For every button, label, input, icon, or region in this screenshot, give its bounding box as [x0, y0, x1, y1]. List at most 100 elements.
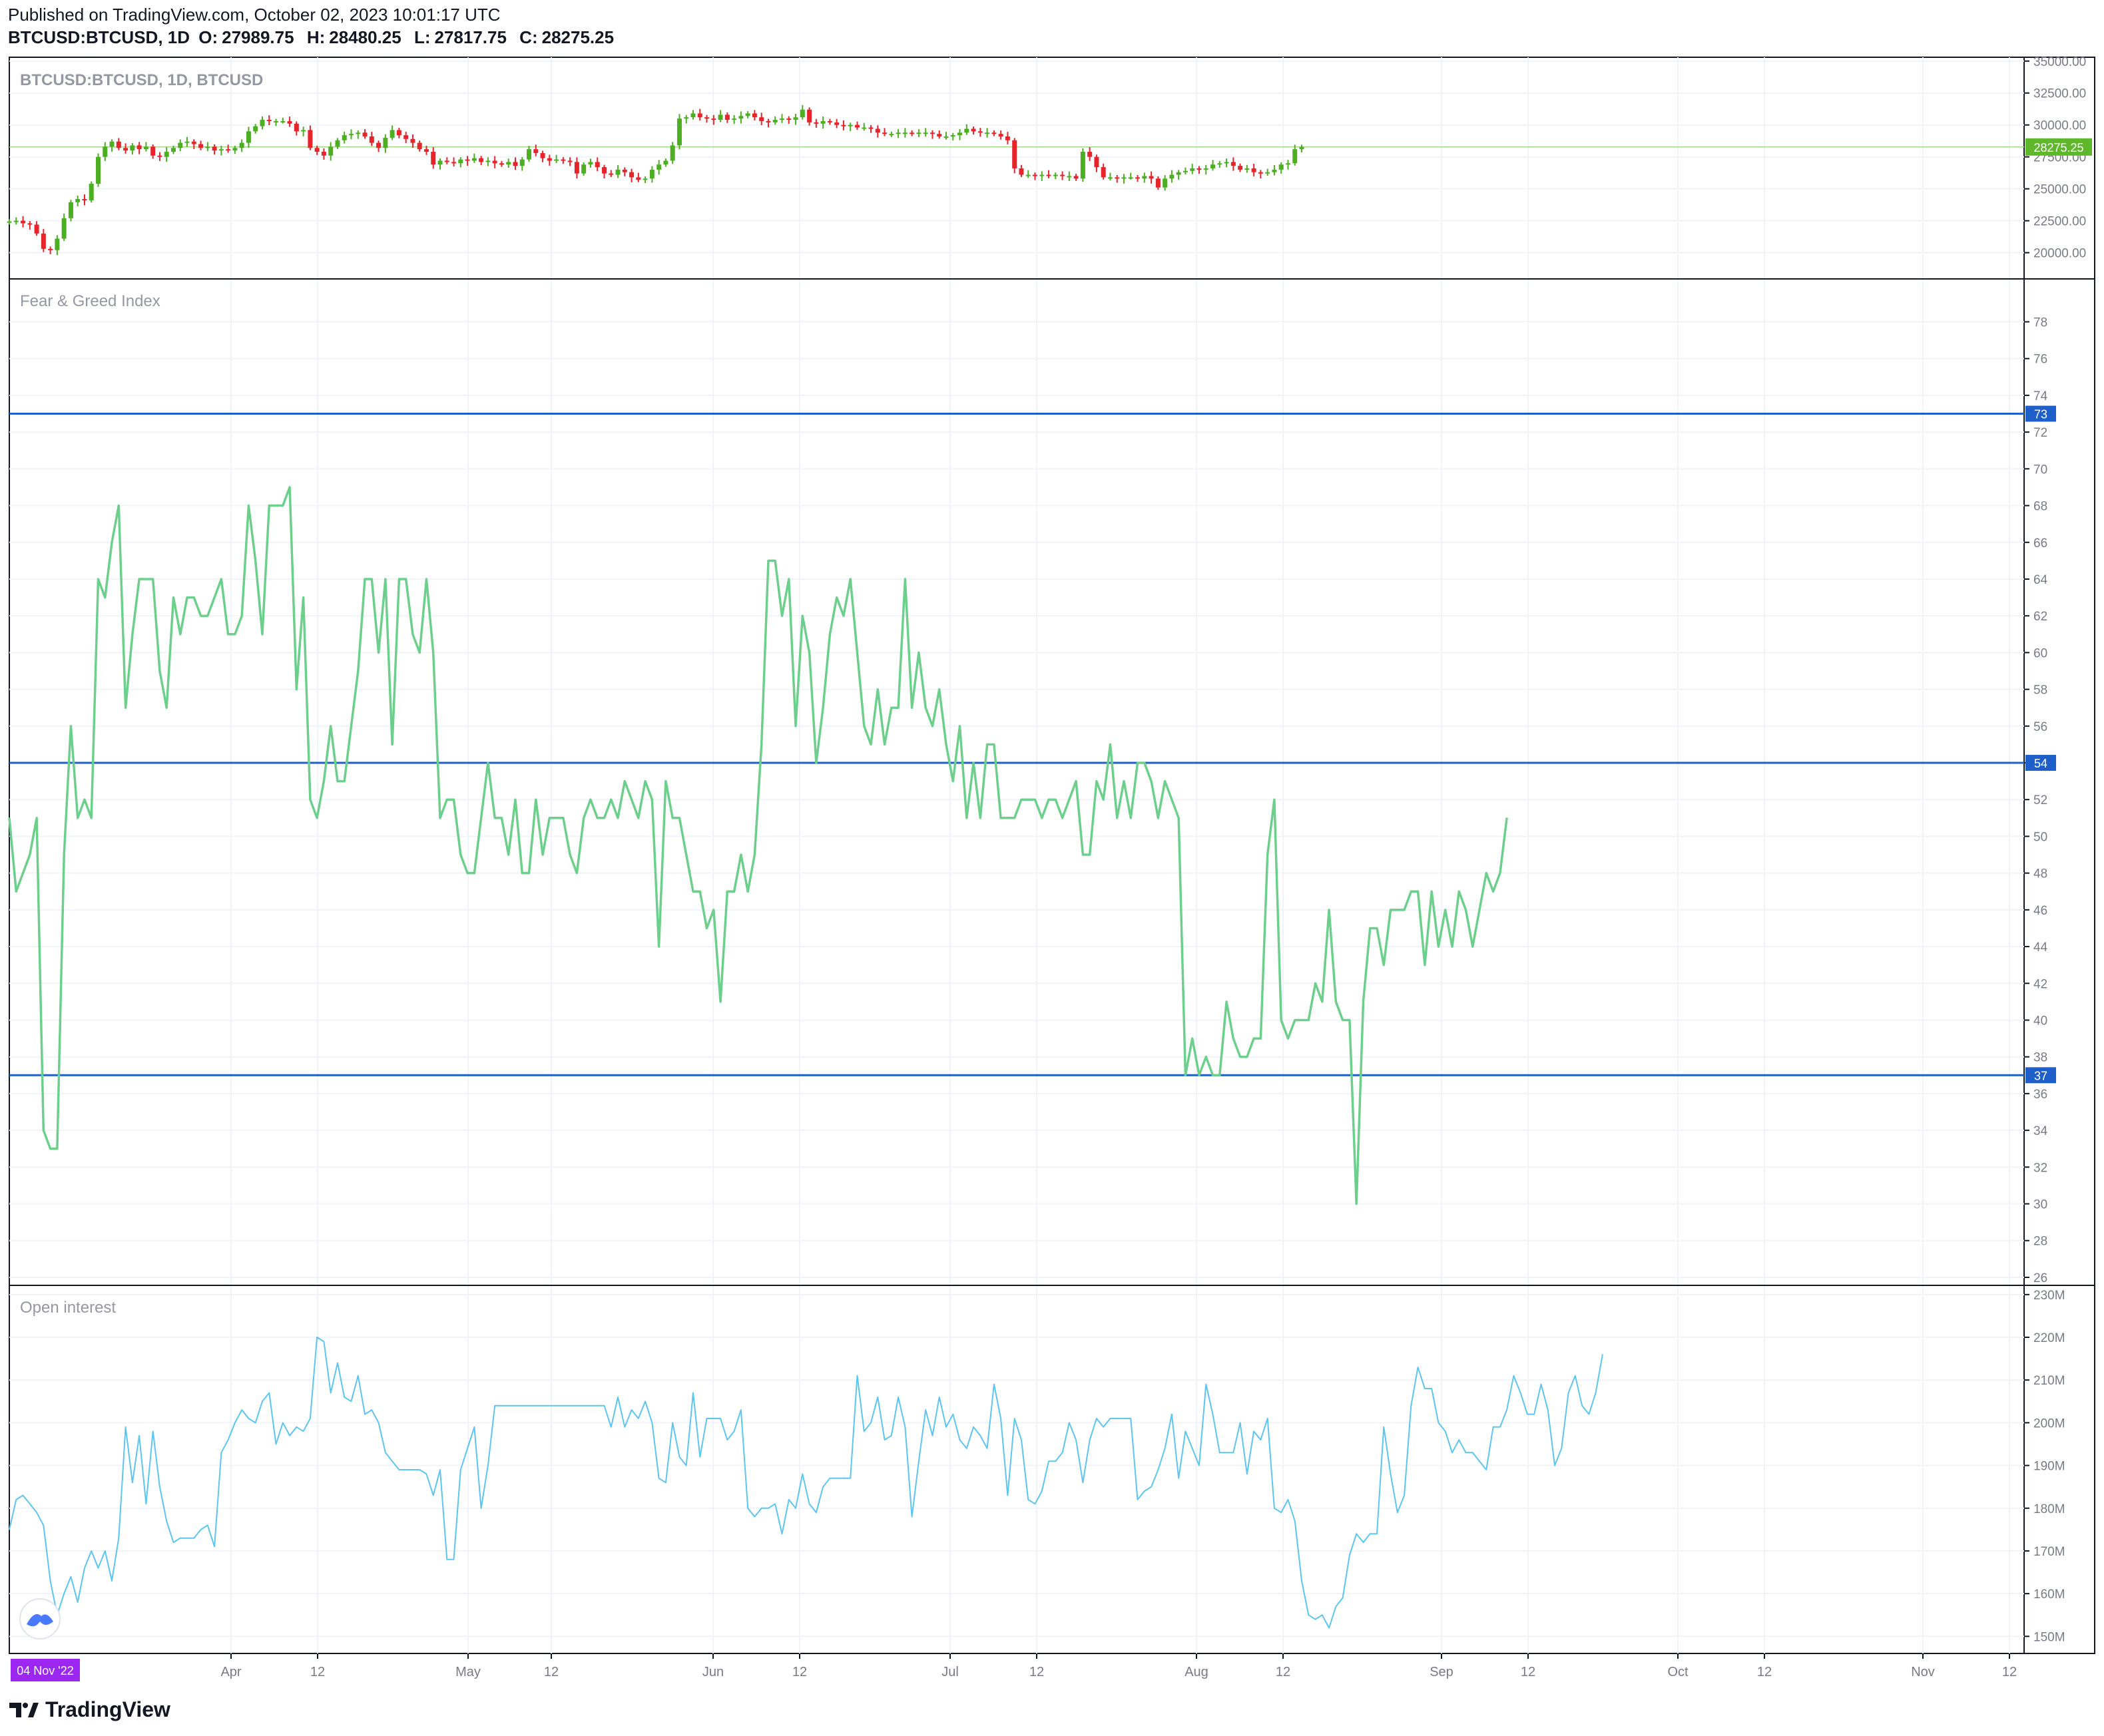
- candle: [540, 152, 545, 158]
- fear-greed-point: [1116, 817, 1118, 819]
- fear-greed-point: [1314, 982, 1316, 984]
- candle: [588, 162, 593, 165]
- fear-greed-point: [501, 817, 503, 819]
- fear-greed-point: [515, 799, 516, 801]
- open-interest-point: [473, 1426, 475, 1428]
- open-interest-point: [1424, 1388, 1426, 1389]
- open-interest-point: [1041, 1490, 1043, 1492]
- open-interest-point: [1144, 1490, 1145, 1492]
- fear-greed-point: [563, 817, 564, 819]
- fear-greed-point: [1061, 817, 1063, 819]
- fear-greed-point: [1021, 799, 1022, 801]
- fear-greed-point: [1410, 891, 1412, 893]
- open-interest-point: [172, 1542, 174, 1543]
- candle: [581, 164, 587, 174]
- open-interest-point: [1232, 1452, 1234, 1453]
- candle: [985, 132, 990, 134]
- fear-greed-point: [1246, 1056, 1248, 1058]
- candle: [676, 118, 682, 146]
- candle: [1292, 149, 1298, 164]
- candle: [109, 141, 115, 147]
- open-interest-point: [788, 1499, 790, 1500]
- time-axis-label: Apr: [220, 1665, 241, 1679]
- candle: [820, 120, 826, 124]
- candle: [369, 136, 374, 143]
- chart-area[interactable]: Apr 12 May 12 Jun 12 Jul 12 Aug 12 Sep 12 Oct 12 Nov 12…: [0, 0, 2104, 1736]
- candle: [1258, 172, 1263, 174]
- fg-axis-tick-label: 30: [2033, 1198, 2047, 1212]
- fear-greed-point: [692, 891, 694, 893]
- open-interest-point: [1219, 1452, 1220, 1453]
- fear-greed-point: [323, 780, 325, 782]
- fear-greed-point: [220, 578, 222, 580]
- candle: [27, 223, 33, 225]
- fear-greed-point: [1130, 817, 1132, 819]
- fear-greed-point: [268, 505, 270, 507]
- candle: [246, 131, 251, 143]
- fear-greed-point: [1137, 762, 1139, 763]
- time-axis-label: Aug: [1184, 1665, 1208, 1679]
- open-interest-point: [1397, 1512, 1398, 1513]
- fear-greed-point: [808, 652, 810, 654]
- candle: [1033, 174, 1037, 176]
- fear-greed-point: [816, 762, 817, 763]
- fg-axis-tick-label: 28: [2033, 1235, 2047, 1249]
- open-interest-point: [1602, 1354, 1603, 1355]
- fear-greed-point: [884, 744, 886, 746]
- fear-greed-point: [973, 762, 974, 763]
- candle: [636, 177, 641, 180]
- fear-greed-point: [843, 615, 844, 616]
- candle: [321, 152, 326, 156]
- candle: [178, 142, 183, 148]
- fear-greed-point: [993, 744, 995, 746]
- time-axis-label: Nov: [1911, 1665, 1935, 1679]
- candle: [184, 141, 190, 143]
- oi-axis-tick-label: 200M: [2033, 1416, 2065, 1430]
- fear-greed-point: [494, 817, 495, 819]
- open-interest-series-line: [9, 1337, 1603, 1629]
- open-interest-point: [1581, 1405, 1583, 1407]
- candle: [1217, 163, 1222, 165]
- candle: [164, 152, 169, 157]
- fear-greed-point: [1164, 780, 1166, 782]
- open-interest-point: [15, 1499, 17, 1500]
- oi-axis-tick-label: 190M: [2033, 1460, 2065, 1474]
- fg-axis-tick-label: 38: [2033, 1051, 2047, 1065]
- fear-greed-point: [1458, 891, 1460, 893]
- open-interest-point: [289, 1435, 290, 1436]
- candle: [1278, 164, 1284, 170]
- candle: [567, 160, 573, 162]
- candle: [423, 149, 429, 152]
- fear-greed-point: [378, 652, 380, 654]
- fear-greed-point: [487, 762, 489, 763]
- fear-greed-point: [1294, 1019, 1296, 1021]
- candle: [793, 117, 798, 120]
- fg-axis-tick-label: 46: [2033, 904, 2047, 918]
- open-interest-point: [678, 1456, 680, 1458]
- open-interest-point: [36, 1512, 37, 1513]
- candle: [403, 135, 409, 139]
- open-interest-point: [1280, 1512, 1282, 1513]
- candle: [533, 149, 539, 153]
- fg-axis-tick-label: 32: [2033, 1161, 2047, 1175]
- fg-axis-tick-label: 74: [2033, 389, 2048, 403]
- candle: [1149, 176, 1154, 179]
- fear-greed-point: [132, 633, 133, 635]
- candle: [1080, 152, 1085, 179]
- candle: [1005, 136, 1010, 140]
- price-axis-tick-label: 25000.00: [2033, 183, 2086, 197]
- candle: [1142, 176, 1147, 179]
- open-interest-point: [412, 1469, 413, 1470]
- tradingview-logo[interactable]: TradingView: [8, 1697, 170, 1722]
- candle: [684, 117, 689, 119]
- candle: [431, 152, 436, 165]
- price-axis-tick-label: 35000.00: [2033, 55, 2086, 69]
- candle: [527, 149, 532, 160]
- fear-greed-point: [1205, 1056, 1207, 1058]
- fear-greed-point: [856, 652, 858, 654]
- oi-axis-tick-label: 180M: [2033, 1502, 2065, 1516]
- fear-greed-point: [159, 670, 160, 672]
- fg-axis-tick-label: 64: [2033, 573, 2048, 587]
- open-interest-point: [959, 1439, 961, 1440]
- oi-axis-tick-label: 150M: [2033, 1630, 2065, 1644]
